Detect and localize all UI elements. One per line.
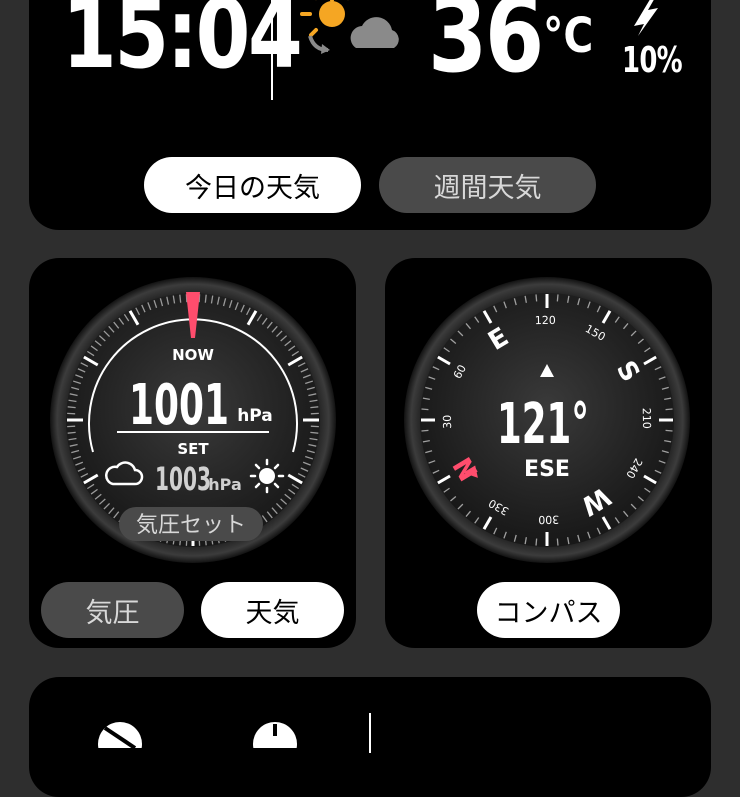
compass-tick [557,294,558,301]
tab-weekly-weather[interactable]: 週間天気 [379,157,596,213]
divider [271,0,273,100]
pressure-mode-button[interactable]: 気圧 [41,582,184,638]
divider [369,713,371,753]
set-pressure-unit: hPa [208,475,241,494]
compass-dial: ESWN1201502102403003303060 121° ESE [403,276,691,564]
battery-percentage: 10% [622,40,682,81]
alarm-icon [250,718,300,748]
tab-today-weather[interactable]: 今日の天気 [144,157,361,213]
weather-mode-button[interactable]: 天気 [201,582,344,638]
compass-tick [666,409,673,410]
compass-tick [666,430,673,431]
now-label: NOW [172,346,214,364]
compass-scale-label: 120 [535,314,556,327]
barometer-gauge: NOW 1001 hPa SET 1003 hPa 気圧セット [49,276,337,564]
heading-value: 121° [497,392,589,457]
compass-tick [421,409,428,410]
compass-tick [421,430,428,431]
compass-tick [536,294,537,301]
gauge-tick [68,432,76,433]
compass-button[interactable]: コンパス [477,582,620,638]
set-label: SET [177,440,209,458]
sun-to-cloud-icon [298,0,408,68]
gauge-tick [310,432,318,433]
heading-direction: ESE [524,457,570,482]
gauge-tick [310,407,318,408]
compass-tick [557,539,558,546]
compass-scale-label: 300 [538,513,559,526]
no-signal-icon [95,718,145,748]
gauge-tick [205,295,206,303]
set-pressure-button-label: 気圧セット [136,513,246,538]
sun-icon [251,460,283,492]
lightning-bolt-icon [626,0,666,36]
temperature-unit: °C [543,8,593,64]
gauge-tick [68,407,76,408]
gauge-tick [180,295,181,303]
pressure-unit: hPa [237,406,273,426]
set-pressure-value: 1003 [155,460,211,498]
compass-tick [536,539,537,546]
compass-scale-label: 30 [441,415,454,429]
temperature-value: 36 [428,0,542,96]
compass-scale-label: 210 [640,408,653,429]
time-display: 15:04 [62,0,300,90]
current-pressure-value: 1001 [129,373,229,438]
